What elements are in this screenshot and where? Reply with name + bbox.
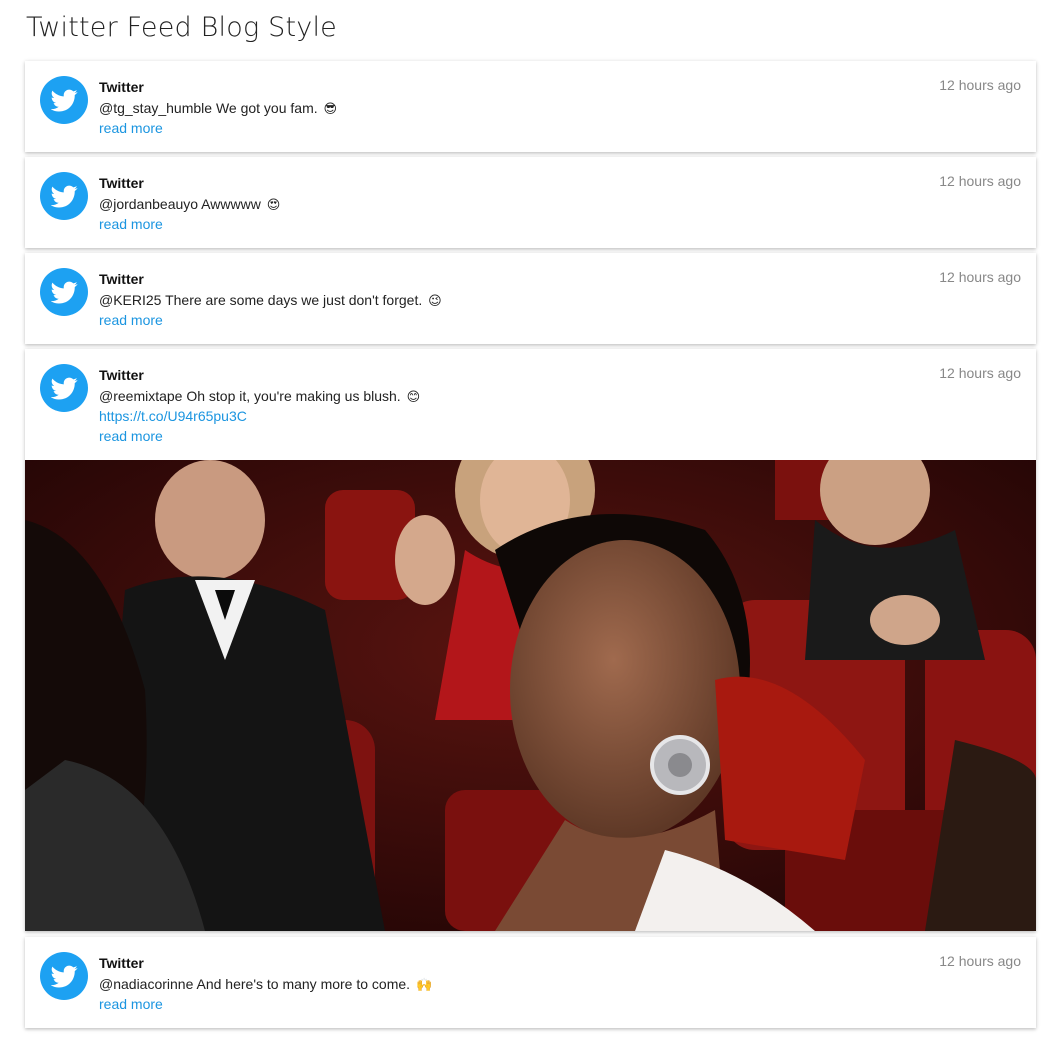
tweet-text: @tg_stay_humble We got you fam. 😎 <box>99 100 338 117</box>
tweet-text: @reemixtape Oh stop it, you're making us… <box>99 388 421 405</box>
tweet-timestamp: 12 hours ago <box>939 365 1021 381</box>
tweet-card: Twitter 12 hours ago @nadiacorinne And h… <box>25 937 1036 1028</box>
tweet-author: Twitter <box>99 79 144 95</box>
emoji: 😊 <box>406 390 421 405</box>
twitter-bird-icon <box>50 965 78 988</box>
twitter-avatar[interactable] <box>40 952 88 1000</box>
twitter-bird-icon <box>50 185 78 208</box>
tweet-text: @jordanbeauyo Awwwww 😍 <box>99 196 281 213</box>
twitter-bird-icon <box>50 281 78 304</box>
emoji: 😎 <box>323 102 338 117</box>
twitter-bird-icon <box>50 377 78 400</box>
tweet-author: Twitter <box>99 367 144 383</box>
read-more-link[interactable]: read more <box>99 428 163 444</box>
tweet-timestamp: 12 hours ago <box>939 173 1021 189</box>
page-title: Twitter Feed Blog Style <box>26 12 337 43</box>
tweet-card: Twitter 12 hours ago @jordanbeauyo Awwww… <box>25 157 1036 248</box>
tweet-media-image[interactable] <box>25 460 1036 931</box>
read-more-link[interactable]: read more <box>99 312 163 328</box>
read-more-link[interactable]: read more <box>99 996 163 1012</box>
tweet-card: Twitter 12 hours ago @tg_stay_humble We … <box>25 61 1036 152</box>
tweet-timestamp: 12 hours ago <box>939 953 1021 969</box>
twitter-avatar[interactable] <box>40 364 88 412</box>
read-more-link[interactable]: read more <box>99 120 163 136</box>
tweet-author: Twitter <box>99 271 144 287</box>
read-more-link[interactable]: read more <box>99 216 163 232</box>
twitter-bird-icon <box>50 89 78 112</box>
tweet-card: Twitter 12 hours ago @reemixtape Oh stop… <box>25 349 1036 931</box>
emoji: 😉 <box>428 294 442 309</box>
tweet-author: Twitter <box>99 955 144 971</box>
emoji: 😍 <box>266 198 281 213</box>
twitter-avatar[interactable] <box>40 76 88 124</box>
tweet-card: Twitter 12 hours ago @KERI25 There are s… <box>25 253 1036 344</box>
audience-photo <box>25 460 1036 931</box>
tweet-timestamp: 12 hours ago <box>939 269 1021 285</box>
tweet-text: @KERI25 There are some days we just don'… <box>99 292 442 309</box>
emoji: 🙌 <box>415 978 433 993</box>
tweet-author: Twitter <box>99 175 144 191</box>
twitter-avatar[interactable] <box>40 268 88 316</box>
tweet-url-link[interactable]: https://t.co/U94r65pu3C <box>99 408 247 424</box>
twitter-avatar[interactable] <box>40 172 88 220</box>
tweet-timestamp: 12 hours ago <box>939 77 1021 93</box>
tweet-text: @nadiacorinne And here's to many more to… <box>99 976 433 993</box>
